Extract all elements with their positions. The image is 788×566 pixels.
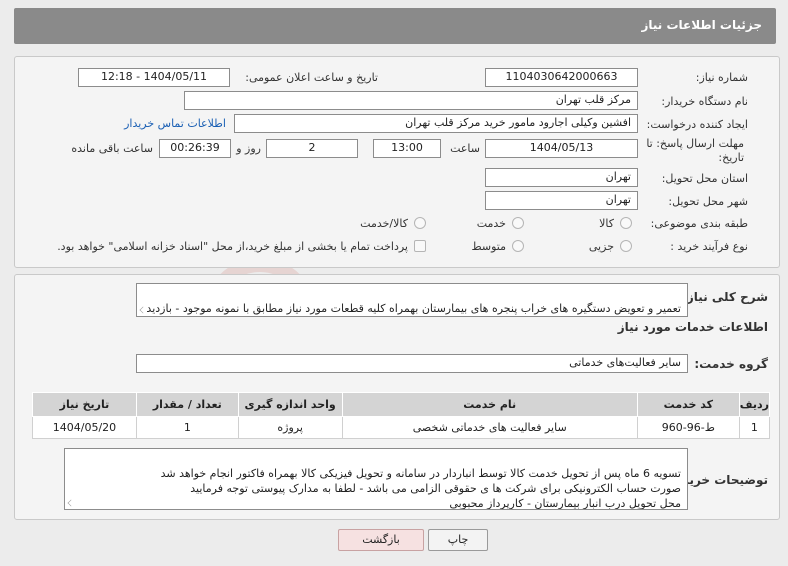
print-button[interactable]: چاپ [428,529,488,551]
buyer-org-field[interactable]: مرکز قلب تهران [184,91,638,110]
process-radio-medium[interactable] [512,240,524,252]
days-label: روز و [236,142,261,155]
time-label: ساعت [450,142,480,155]
process-option-medium: متوسط [471,240,506,253]
cell-service-name: سایر فعالیت های خدماتی شخصی [341,416,638,439]
services-table-header: ردیف کد خدمت نام خدمت واحد اندازه گیری ت… [32,392,771,417]
deadline-time-field[interactable]: 13:00 [373,139,441,158]
deadline-label: مهلت ارسال پاسخ: تا [646,137,744,150]
creator-field[interactable]: افشین وکیلی اجارود مامور خرید مرکز قلب ت… [234,114,638,133]
col-quantity: تعداد / مقدار [135,392,239,417]
buyer-org-label: نام دستگاه خریدار: [661,95,748,108]
buyer-contact-link[interactable]: اطلاعات تماس خریدار [124,117,226,130]
category-radio-goods-service[interactable] [414,217,426,229]
category-radio-service[interactable] [512,217,524,229]
page-header: جزئیات اطلاعات نیاز [14,8,776,44]
need-number-label: شماره نیاز: [695,71,748,84]
cell-need-date: 1404/05/20 [32,416,137,439]
cell-unit: پروژه [237,416,343,439]
category-label: طبقه بندی موضوعی: [650,217,748,230]
resize-grip-icon[interactable] [139,306,147,314]
col-row: ردیف [738,392,771,417]
treasury-payment-checkbox[interactable] [414,240,426,252]
remaining-label: ساعت باقی مانده [71,142,153,155]
cell-row: 1 [738,416,771,439]
category-option-goods: کالا [599,217,614,230]
summary-label: شرح کلی نیاز: [682,290,768,304]
col-service-code: کد خدمت [636,392,740,417]
need-number-field[interactable]: 1104030642000663 [485,68,638,87]
buyer-notes-text: تسویه 6 ماه پس از تحویل خدمت کالا توسط ا… [160,467,681,510]
cell-service-code: ط-96-960 [636,416,740,439]
need-info-panel [14,56,780,268]
treasury-payment-note: پرداخت تمام یا بخشی از مبلغ خرید،از محل … [57,240,408,253]
category-option-goods-service: کالا/خدمت [360,217,408,230]
process-radio-minor[interactable] [620,240,632,252]
summary-text: تعمیر و تعویض دستگیره های خراب پنجره های… [146,302,681,315]
cell-quantity: 1 [135,416,239,439]
resize-grip-icon[interactable] [67,499,75,507]
buyer-notes-textarea[interactable]: تسویه 6 ماه پس از تحویل خدمت کالا توسط ا… [64,448,688,510]
services-table: ردیف کد خدمت نام خدمت واحد اندازه گیری ت… [32,392,771,439]
back-button[interactable]: بازگشت [338,529,424,551]
service-group-field[interactable]: سایر فعالیت‌های خدماتی [136,354,688,373]
days-field[interactable]: 2 [266,139,358,158]
announce-field[interactable]: 1404/05/11 - 12:18 [78,68,230,87]
table-row: 1 ط-96-960 سایر فعالیت های خدماتی شخصی پ… [32,416,771,439]
category-radio-goods[interactable] [620,217,632,229]
col-unit: واحد اندازه گیری [237,392,343,417]
deadline-date-label: تاریخ: [718,151,744,164]
province-field[interactable]: تهران [485,168,638,187]
col-need-date: تاریخ نیاز [32,392,137,417]
summary-textarea[interactable]: تعمیر و تعویض دستگیره های خراب پنجره های… [136,283,688,317]
remaining-time-field[interactable]: 00:26:39 [159,139,231,158]
province-label: استان محل تحویل: [661,172,748,185]
deadline-date-field[interactable]: 1404/05/13 [485,139,638,158]
category-option-service: خدمت [476,217,506,230]
services-section-title: اطلاعات خدمات مورد نیاز [617,320,768,334]
city-label: شهر محل تحویل: [668,195,748,208]
col-service-name: نام خدمت [341,392,638,417]
service-group-label: گروه خدمت: [694,357,768,371]
process-option-minor: جزیی [588,240,614,253]
city-field[interactable]: تهران [485,191,638,210]
process-label: نوع فرآیند خرید : [670,240,748,253]
creator-label: ایجاد کننده درخواست: [646,118,748,131]
page-title: جزئیات اطلاعات نیاز [641,18,762,32]
announce-label: تاریخ و ساعت اعلان عمومی: [245,71,378,84]
